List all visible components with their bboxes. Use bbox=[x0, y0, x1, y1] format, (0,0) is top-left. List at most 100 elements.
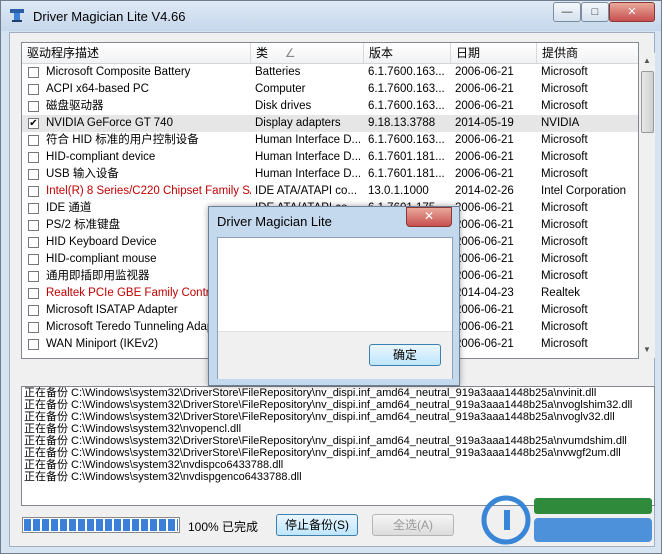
row-checkbox[interactable] bbox=[28, 169, 39, 180]
driver-provider: Microsoft bbox=[541, 66, 588, 78]
driver-provider: Microsoft bbox=[541, 134, 588, 146]
driver-date: 2006-06-21 bbox=[455, 100, 514, 112]
driver-date: 2006-06-21 bbox=[455, 219, 514, 231]
driver-date: 2006-06-21 bbox=[455, 83, 514, 95]
driver-date: 2006-06-21 bbox=[455, 321, 514, 333]
table-row[interactable]: Intel(R) 8 Series/C220 Chipset Family SA… bbox=[22, 183, 638, 200]
table-row[interactable]: USB 输入设备 Human Interface D... 6.1.7601.181… bbox=[22, 166, 638, 183]
table-row[interactable]: 磁盘驱动器 Disk drives 6.1.7600.163... 2006-06-2… bbox=[22, 98, 638, 115]
column-version[interactable]: 版本 bbox=[364, 43, 451, 63]
driver-provider: Microsoft bbox=[541, 219, 588, 231]
driver-description: Microsoft Composite Battery bbox=[46, 66, 191, 78]
driver-description: ACPI x64-based PC bbox=[46, 83, 149, 95]
row-checkbox[interactable] bbox=[28, 101, 39, 112]
select-all-button[interactable]: 全选(A) bbox=[372, 514, 454, 536]
driver-provider: Microsoft bbox=[541, 253, 588, 265]
dialog-body: 确定 bbox=[217, 237, 453, 379]
progress-fill bbox=[24, 519, 178, 531]
driver-provider: Microsoft bbox=[541, 321, 588, 333]
row-checkbox[interactable] bbox=[28, 322, 39, 333]
maximize-button[interactable]: □ bbox=[581, 2, 609, 22]
driver-date: 2014-02-26 bbox=[455, 185, 514, 197]
driver-provider: Microsoft bbox=[541, 202, 588, 214]
row-checkbox[interactable] bbox=[28, 254, 39, 265]
driver-date: 2014-04-23 bbox=[455, 287, 514, 299]
driver-class: Disk drives bbox=[255, 100, 312, 112]
driver-description: 磁盘驱动器 bbox=[46, 100, 104, 112]
driver-class: Human Interface D... bbox=[255, 151, 362, 163]
row-checkbox[interactable] bbox=[28, 84, 39, 95]
driver-provider: Microsoft bbox=[541, 83, 588, 95]
driver-class: Human Interface D... bbox=[255, 134, 362, 146]
column-date[interactable]: 日期 bbox=[451, 43, 537, 63]
row-checkbox[interactable] bbox=[28, 220, 39, 231]
scroll-down-icon[interactable]: ▼ bbox=[639, 342, 655, 358]
log-line: 正在备份 C:\Windows\system32\nvopencl.dll bbox=[24, 423, 242, 435]
driver-date: 2006-06-21 bbox=[455, 270, 514, 282]
driver-version: 6.1.7600.163... bbox=[368, 134, 445, 146]
driver-class: Batteries bbox=[255, 66, 301, 78]
column-provider[interactable]: 提供商 bbox=[537, 43, 638, 63]
log-line: 正在备份 C:\Windows\system32\nvdispgenco6433… bbox=[24, 471, 302, 483]
driver-provider: Intel Corporation bbox=[541, 185, 627, 197]
dialog-close-button[interactable]: ✕ bbox=[406, 207, 452, 227]
site-watermark-logo bbox=[481, 495, 652, 545]
row-checkbox[interactable]: ✔ bbox=[28, 118, 39, 129]
row-checkbox[interactable] bbox=[28, 203, 39, 214]
title-bar[interactable]: Driver Magician Lite V4.66 — □ ✕ bbox=[1, 1, 661, 31]
row-checkbox[interactable] bbox=[28, 237, 39, 248]
log-line: 正在备份 C:\Windows\system32\DriverStore\Fil… bbox=[24, 387, 597, 399]
progress-bar bbox=[22, 517, 180, 533]
driver-provider: Microsoft bbox=[541, 338, 588, 350]
driver-description: NVIDIA GeForce GT 740 bbox=[46, 117, 173, 129]
row-checkbox[interactable] bbox=[28, 271, 39, 282]
driver-description: USB 输入设备 bbox=[46, 168, 119, 180]
close-button[interactable]: ✕ bbox=[609, 2, 655, 22]
driver-date: 2006-06-21 bbox=[455, 338, 514, 350]
minimize-button[interactable]: — bbox=[553, 2, 581, 22]
row-checkbox[interactable] bbox=[28, 67, 39, 78]
row-checkbox[interactable] bbox=[28, 135, 39, 146]
column-version-label: 版本 bbox=[369, 46, 394, 60]
driver-provider: Microsoft bbox=[541, 100, 588, 112]
list-scrollbar[interactable]: ▲ ▼ bbox=[639, 53, 655, 358]
log-line: 正在备份 C:\Windows\system32\nvdispco6433788… bbox=[24, 459, 284, 471]
table-row[interactable]: HID-compliant device Human Interface D...… bbox=[22, 149, 638, 166]
driver-date: 2006-06-21 bbox=[455, 134, 514, 146]
stop-backup-button[interactable]: 停止备份(S) bbox=[276, 514, 358, 536]
table-row[interactable]: 符合 HID 标准的用户控制设备 Human Interface D... 6.1.… bbox=[22, 132, 638, 149]
scroll-up-icon[interactable]: ▲ bbox=[639, 53, 655, 69]
driver-provider: Microsoft bbox=[541, 151, 588, 163]
driver-version: 9.18.13.3788 bbox=[368, 117, 436, 129]
table-row[interactable]: ✔ NVIDIA GeForce GT 740 Display adapters 9.… bbox=[22, 115, 638, 132]
column-date-label: 日期 bbox=[456, 46, 481, 60]
dialog-footer: 确定 bbox=[218, 331, 452, 379]
row-checkbox[interactable] bbox=[28, 186, 39, 197]
ok-button[interactable]: 确定 bbox=[369, 344, 441, 366]
driver-class: Computer bbox=[255, 83, 306, 95]
driver-description: HID-compliant device bbox=[46, 151, 156, 163]
scroll-thumb[interactable] bbox=[641, 71, 654, 133]
row-checkbox[interactable] bbox=[28, 339, 39, 350]
driver-date: 2006-06-21 bbox=[455, 151, 514, 163]
column-class[interactable]: 类 ∠ bbox=[251, 43, 364, 63]
column-description[interactable]: 驱动程序描述 bbox=[22, 43, 251, 63]
dialog-title: Driver Magician Lite bbox=[217, 214, 332, 229]
driver-version: 6.1.7601.181... bbox=[368, 168, 445, 180]
progress-text: 100% 已完成 bbox=[188, 520, 259, 534]
row-checkbox[interactable] bbox=[28, 288, 39, 299]
driver-version: 6.1.7600.163... bbox=[368, 83, 445, 95]
column-class-label: 类 bbox=[256, 46, 269, 60]
driver-provider: NVIDIA bbox=[541, 117, 580, 129]
row-checkbox[interactable] bbox=[28, 305, 39, 316]
table-row[interactable]: Microsoft Composite Battery Batteries 6.1.… bbox=[22, 64, 638, 81]
driver-date: 2006-06-21 bbox=[455, 202, 514, 214]
driver-description: 符合 HID 标准的用户控制设备 bbox=[46, 134, 199, 146]
driver-provider: Microsoft bbox=[541, 236, 588, 248]
driver-provider: Realtek bbox=[541, 287, 580, 299]
row-checkbox[interactable] bbox=[28, 152, 39, 163]
sort-indicator-icon: ∠ bbox=[284, 46, 296, 60]
table-row[interactable]: ACPI x64-based PC Computer 6.1.7600.163...… bbox=[22, 81, 638, 98]
driver-date: 2014-05-19 bbox=[455, 117, 514, 129]
driver-provider: Microsoft bbox=[541, 304, 588, 316]
